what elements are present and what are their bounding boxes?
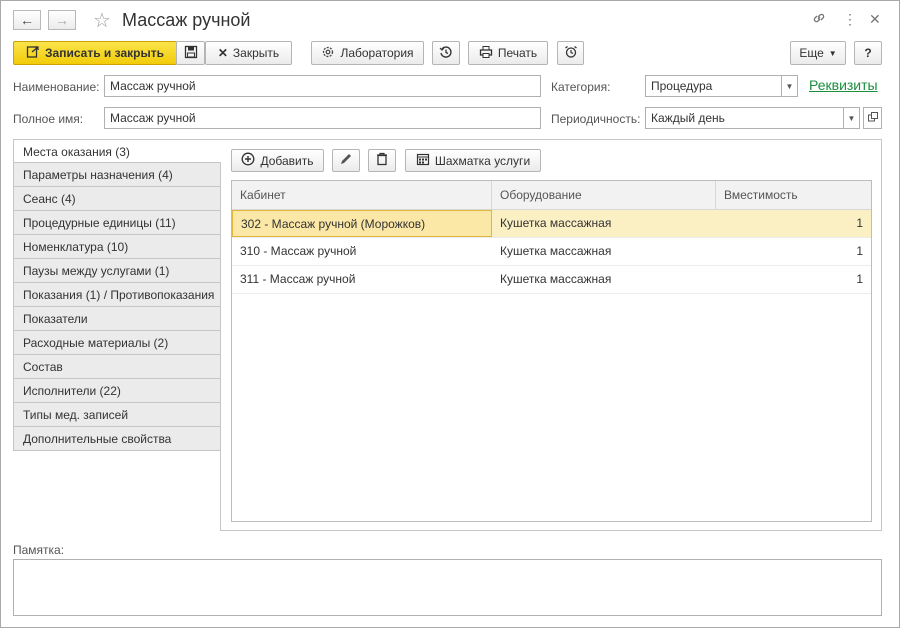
cell-cabinet[interactable]: 302 - Массаж ручной (Морожков)	[232, 210, 492, 237]
table-row[interactable]: 311 - Массаж ручной Кушетка массажная 1	[232, 266, 871, 294]
tab-record-types[interactable]: Типы мед. записей	[13, 403, 221, 427]
table-row[interactable]: 302 - Массаж ручной (Морожков) Кушетка м…	[232, 210, 871, 238]
save-and-close-label: Записать и закрыть	[45, 46, 164, 60]
tab-procedure-units[interactable]: Процедурные единицы (11)	[13, 211, 221, 235]
alarm-clock-icon	[564, 45, 578, 62]
close-button[interactable]: ✕ Закрыть	[205, 41, 292, 65]
tab-parameters[interactable]: Параметры назначения (4)	[13, 163, 221, 187]
more-vertical-icon[interactable]: ⋮	[843, 11, 857, 28]
places-table: Кабинет Оборудование Вместимость 302 - М…	[231, 180, 872, 522]
more-menu-button[interactable]: Еще ▼	[790, 41, 846, 65]
floppy-disk-icon	[184, 45, 198, 62]
category-label: Категория:	[551, 80, 611, 94]
fullname-field[interactable]: Массаж ручной	[104, 107, 541, 129]
printer-icon	[479, 45, 493, 62]
tab-additional-properties[interactable]: Дополнительные свойства	[13, 427, 221, 451]
arrow-left-icon: ←	[20, 12, 34, 28]
table-header: Кабинет Оборудование Вместимость	[232, 181, 871, 210]
periodicity-dropdown-button[interactable]: ▼	[843, 107, 860, 129]
gear-icon	[321, 45, 335, 62]
column-header-equipment[interactable]: Оборудование	[492, 181, 716, 209]
add-button[interactable]: Добавить	[231, 149, 324, 172]
print-button[interactable]: Печать	[468, 41, 548, 65]
help-label: ?	[864, 46, 872, 60]
laboratory-button[interactable]: Лаборатория	[311, 41, 424, 65]
cell-cabinet[interactable]: 311 - Массаж ручной	[232, 266, 492, 293]
cell-equipment[interactable]: Кушетка массажная	[492, 210, 716, 237]
delete-button[interactable]	[368, 149, 396, 172]
cell-cabinet[interactable]: 310 - Массаж ручной	[232, 238, 492, 265]
tab-consumables[interactable]: Расходные материалы (2)	[13, 331, 221, 355]
service-chess-button[interactable]: Шахматка услуги	[405, 149, 541, 172]
cell-equipment[interactable]: Кушетка массажная	[492, 266, 716, 293]
laboratory-label: Лаборатория	[340, 46, 414, 60]
cell-capacity[interactable]: 1	[716, 238, 871, 265]
periodicity-select[interactable]: Каждый день	[645, 107, 844, 129]
forward-button[interactable]: →	[48, 10, 76, 30]
chevron-down-icon: ▼	[847, 113, 856, 123]
open-form-icon	[867, 112, 878, 124]
tab-session[interactable]: Сеанс (4)	[13, 187, 221, 211]
arrow-right-icon: →	[55, 12, 69, 28]
tab-performers[interactable]: Исполнители (22)	[13, 379, 221, 403]
reminder-button[interactable]	[557, 41, 584, 65]
save-button[interactable]	[176, 41, 205, 65]
page-title: Массаж ручной	[122, 10, 251, 30]
tab-composition[interactable]: Состав	[13, 355, 221, 379]
history-icon	[439, 45, 453, 62]
table-row[interactable]: 310 - Массаж ручной Кушетка массажная 1	[232, 238, 871, 266]
link-icon[interactable]	[812, 11, 826, 28]
calendar-grid-icon	[416, 152, 430, 169]
help-button[interactable]: ?	[854, 41, 882, 65]
cell-capacity[interactable]: 1	[716, 266, 871, 293]
cell-equipment[interactable]: Кушетка массажная	[492, 238, 716, 265]
cell-capacity[interactable]: 1	[716, 210, 871, 237]
vertical-tabs: Места оказания (3) Параметры назначения …	[13, 139, 221, 451]
chevron-down-icon: ▼	[785, 81, 794, 91]
tab-indicators[interactable]: Показатели	[13, 307, 221, 331]
history-button[interactable]	[432, 41, 460, 65]
form-window: ← → ☆ Массаж ручной ⋮ ✕ Записать и закры…	[0, 0, 900, 628]
add-label: Добавить	[260, 153, 314, 168]
category-select[interactable]: Процедура	[645, 75, 782, 97]
tab-nomenclature[interactable]: Номенклатура (10)	[13, 235, 221, 259]
favorite-star-icon[interactable]: ☆	[93, 8, 111, 33]
back-button[interactable]: ←	[13, 10, 41, 30]
periodicity-open-button[interactable]	[863, 107, 882, 129]
category-dropdown-button[interactable]: ▼	[781, 75, 798, 97]
chevron-down-icon: ▼	[828, 48, 837, 58]
periodicity-label: Периодичность:	[551, 112, 641, 126]
tab-indications[interactable]: Показания (1) / Противопоказания	[13, 283, 221, 307]
trash-icon	[375, 152, 389, 169]
service-chess-label: Шахматка услуги	[434, 153, 531, 168]
close-icon: ✕	[217, 46, 228, 60]
tab-places[interactable]: Места оказания (3)	[13, 139, 221, 163]
save-and-close-button[interactable]: Записать и закрыть	[13, 41, 177, 65]
close-label: Закрыть	[232, 46, 280, 60]
memo-textarea[interactable]	[13, 559, 882, 616]
save-close-icon	[26, 45, 40, 62]
column-header-cabinet[interactable]: Кабинет	[232, 181, 492, 209]
print-label: Печать	[497, 46, 538, 60]
requisites-link[interactable]: Реквизиты	[809, 77, 878, 93]
more-label: Еще	[799, 46, 824, 60]
pencil-icon	[339, 152, 353, 169]
plus-circle-icon	[241, 152, 255, 169]
name-field[interactable]: Массаж ручной	[104, 75, 541, 97]
close-window-icon[interactable]: ✕	[869, 11, 881, 28]
name-label: Наименование:	[13, 80, 100, 94]
fullname-label: Полное имя:	[13, 112, 84, 126]
tab-pauses[interactable]: Паузы между услугами (1)	[13, 259, 221, 283]
column-header-capacity[interactable]: Вместимость	[716, 181, 871, 209]
edit-button[interactable]	[332, 149, 360, 172]
memo-label: Памятка:	[13, 543, 65, 557]
